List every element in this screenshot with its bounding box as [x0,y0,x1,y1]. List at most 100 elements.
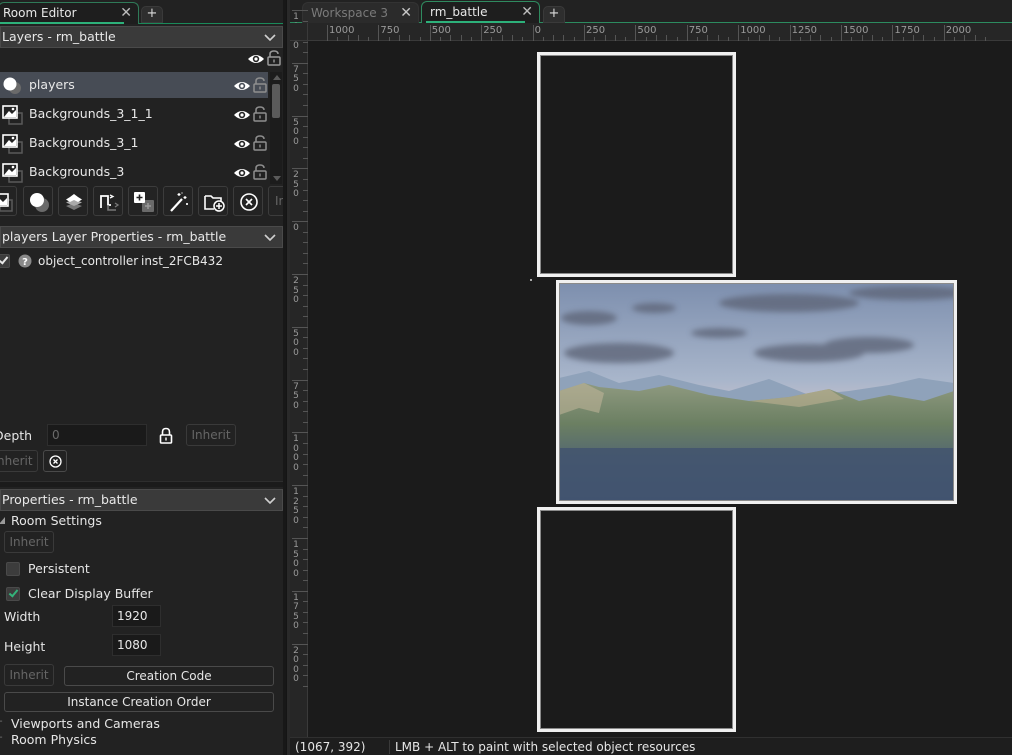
layer-row-players[interactable]: players [0,72,268,98]
creation-code-inherit-button[interactable]: Inherit [4,664,54,686]
lock-open-icon[interactable] [253,164,267,180]
ruler-minor-tick [303,654,308,656]
ruler-minor-tick [779,37,781,41]
layer-inherit-button[interactable]: Inherit [0,450,38,472]
add-folder-button[interactable] [198,186,228,216]
ruler-major-tick [789,25,791,41]
ruler-minor-tick [303,559,308,561]
clear-inherit-button[interactable] [43,450,67,472]
ruler-minor-tick [303,548,308,550]
close-icon[interactable]: ✕ [120,3,132,23]
ruler-major-tick [429,25,431,41]
add-effect-layer-button[interactable] [163,186,193,216]
ruler-minor-tick [303,685,308,687]
delete-layer-button[interactable] [233,186,263,216]
instance-checkbox[interactable] [0,254,10,268]
collapsed-marker-icon: - [0,732,3,743]
svg-text:?: ? [22,257,28,268]
add-workspace-tab-button[interactable]: + [543,6,565,23]
add-asset-layer-button[interactable] [128,186,158,216]
add-tab-button[interactable]: + [141,6,163,23]
close-icon[interactable]: ✕ [521,2,533,22]
chevron-down-icon [264,497,276,505]
lock-open-icon[interactable] [253,135,267,151]
lock-open-icon[interactable] [253,106,267,122]
add-background-layer-button[interactable] [0,186,17,216]
ruler-minor-tick [303,157,308,159]
ruler-label: 1250 [293,487,299,526]
eye-icon[interactable] [247,53,265,65]
background-layer-icon [2,105,23,125]
add-path-layer-button[interactable] [93,186,123,216]
lock-open-icon[interactable] [267,50,281,66]
ruler-minor-tick [303,664,308,666]
room-physics-label: Room Physics [11,732,97,747]
tab-workspace-3[interactable]: Workspace 3 ✕ [302,2,419,24]
ruler-label: 1750 [293,592,299,632]
scroll-down-arrow[interactable] [273,176,281,181]
room-region-bottom [537,507,736,732]
eye-icon[interactable] [233,167,251,179]
persistent-label: Persistent [28,561,90,576]
depth-inherit-button[interactable]: Inherit [186,424,236,446]
ruler-label: 750 [380,25,400,36]
width-input[interactable]: 1920 [112,605,161,627]
ruler-minor-tick [871,35,873,41]
ruler-minor-tick [419,37,421,41]
layer-row-backgrounds-3[interactable]: Backgrounds_3 [0,159,268,185]
eye-icon[interactable] [233,138,251,150]
instance-list-item[interactable]: ? object_controller inst_2FCB432 [0,252,283,270]
ruler-minor-tick [347,35,349,41]
ruler-minor-tick [303,263,308,265]
ruler-minor-tick [303,147,308,149]
ruler-minor-tick [748,37,750,41]
room-properties-header[interactable]: Properties - rm_battle [0,489,283,511]
tab-rm-battle[interactable]: rm_battle ✕ [421,1,540,23]
layers-scrollbar[interactable] [270,72,282,184]
ruler-minor-tick [303,136,308,138]
ruler-major-tick [292,538,308,539]
width-label: Width [4,609,41,624]
ruler-minor-tick [460,35,462,41]
add-instance-layer-button[interactable] [23,186,53,216]
ruler-minor-tick [303,474,308,476]
height-input[interactable]: 1080 [112,634,161,656]
magic-wand-icon [170,192,188,212]
ruler-minor-tick [303,611,308,613]
eye-icon[interactable] [233,80,251,92]
ruler-major-tick [292,379,308,381]
lock-icon[interactable] [159,427,173,444]
ruler-major-tick [892,25,894,41]
lock-open-icon[interactable] [253,77,267,93]
layer-row-backgrounds-3-1-1[interactable]: Backgrounds_3_1_1 [0,101,268,127]
viewports-and-cameras-group[interactable]: - Viewports and Cameras [0,716,290,732]
tab-room-editor[interactable]: Room Editor ✕ [0,2,139,24]
ruler-minor-tick [645,37,647,41]
room-inherit-button[interactable]: Inherit [4,531,54,553]
add-asset-icon [134,192,154,212]
layer-properties-header[interactable]: players Layer Properties - rm_battle [0,226,283,248]
ruler-minor-tick [923,35,925,41]
room-canvas[interactable] [309,42,1012,737]
depth-input[interactable]: 0 [47,424,147,446]
room-physics-group[interactable]: - Room Physics [0,732,290,748]
room-settings-group[interactable]: Room Settings [0,513,290,529]
eye-icon[interactable] [233,109,251,121]
scrollbar-thumb[interactable] [272,84,280,118]
creation-code-button[interactable]: Creation Code [64,666,274,686]
close-icon[interactable]: ✕ [400,3,412,23]
ruler-corner [290,23,308,41]
ruler-minor-tick [625,37,627,41]
ruler-minor-tick [851,37,853,41]
ruler-minor-tick [303,569,308,571]
persistent-checkbox[interactable] [6,562,20,576]
clear-display-buffer-checkbox[interactable] [6,587,20,601]
room-workspace: Workspace 3 ✕ rm_battle ✕ + 1000 750 500 25… [290,0,1012,755]
layers-section-header[interactable]: Layers - rm_battle [0,26,283,48]
active-tab-indicator [0,22,124,24]
add-tile-layer-button[interactable] [58,186,88,216]
layer-row-backgrounds-3-1[interactable]: Backgrounds_3_1 [0,130,268,156]
scroll-up-arrow[interactable] [273,75,281,80]
instance-creation-order-button[interactable]: Instance Creation Order [4,692,274,712]
layer-name: Backgrounds_3_1 [29,135,139,150]
